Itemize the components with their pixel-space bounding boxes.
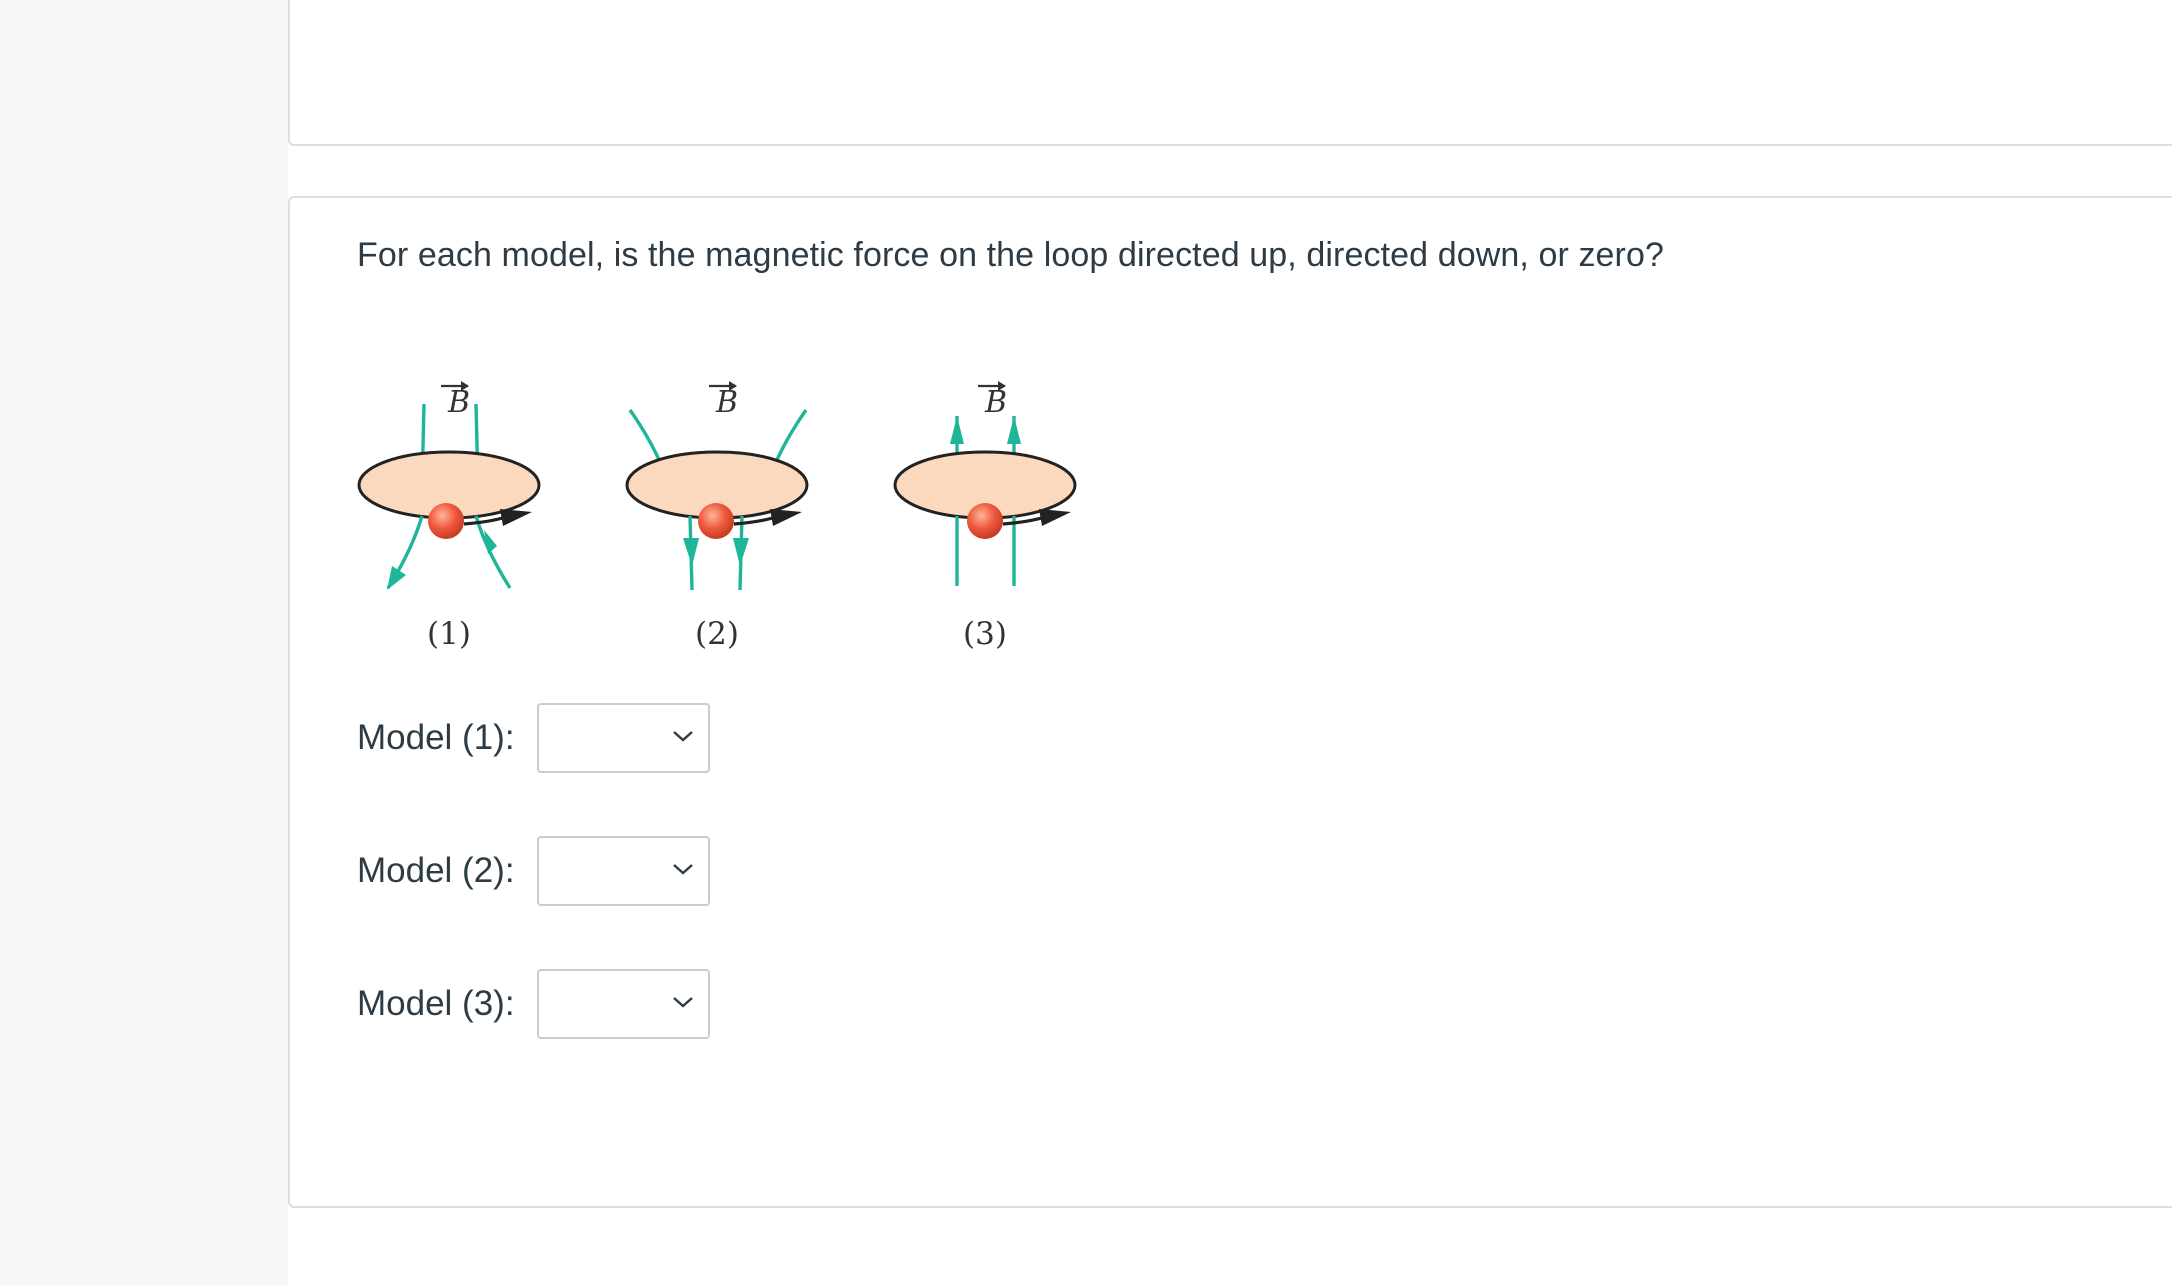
model-2-label: Model (2): — [357, 851, 515, 890]
model-3-label: Model (3): — [357, 984, 515, 1023]
charge-icon — [698, 503, 734, 539]
velocity-arrow-icon — [500, 509, 532, 526]
velocity-arrow-icon — [770, 509, 802, 526]
chevron-down-icon — [673, 864, 693, 875]
answer-row-model-2: Model (2): — [357, 834, 710, 908]
magnetic-loop-figure: B B B (1) (2) (3) — [357, 381, 1077, 652]
panel-1-diagram: B — [357, 381, 541, 590]
model-1-dropdown[interactable] — [537, 703, 710, 773]
panel-2-diagram: B — [625, 381, 809, 591]
velocity-arrow-icon — [1039, 509, 1071, 526]
answer-row-model-3: Model (3): — [357, 967, 710, 1041]
panel-caption: (1) — [427, 616, 471, 652]
question-text: For each model, is the magnetic force on… — [357, 236, 1664, 274]
chevron-down-icon — [673, 997, 693, 1008]
charge-icon — [428, 503, 464, 539]
model-1-label: Model (1): — [357, 718, 515, 757]
model-2-dropdown[interactable] — [537, 836, 710, 906]
model-3-dropdown[interactable] — [537, 969, 710, 1039]
chevron-down-icon — [673, 731, 693, 742]
panel-3-diagram: B — [893, 381, 1077, 586]
b-field-label: B — [447, 385, 470, 420]
panel-caption: (2) — [695, 616, 739, 652]
b-field-label: B — [984, 385, 1007, 420]
b-field-label: B — [715, 385, 738, 420]
panel-caption: (3) — [963, 616, 1007, 652]
answer-row-model-1: Model (1): — [357, 701, 710, 775]
charge-icon — [967, 503, 1003, 539]
previous-question-card — [288, 0, 2172, 146]
left-gutter — [0, 0, 288, 1286]
